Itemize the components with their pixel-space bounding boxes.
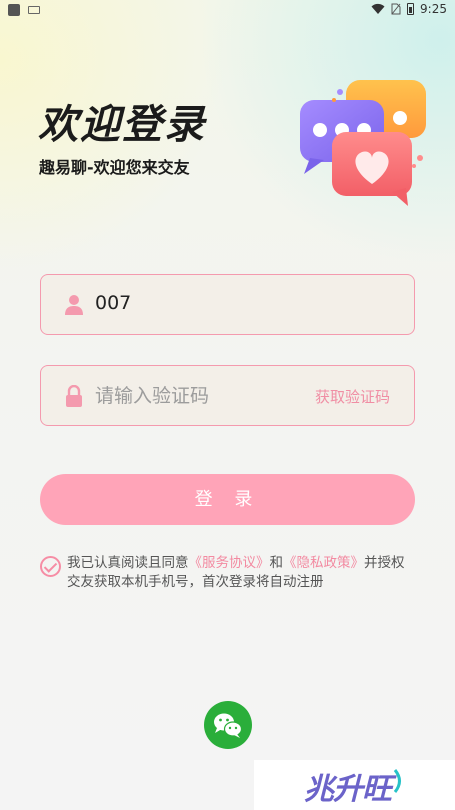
lock-icon [66,385,82,407]
keyboard-icon [28,6,40,14]
wechat-login-button[interactable] [204,701,252,749]
status-bar-right: 9:25 [371,2,447,16]
service-agreement-link[interactable]: 《服务协议》 [189,555,270,571]
agreement-text: 我已认真阅读且同意《服务协议》和《隐私政策》并授权交友获取本机手机号，首次登录将… [67,554,417,592]
verification-code-input[interactable] [95,380,305,412]
chat-bubbles-illustration [300,80,426,206]
page-title: 欢迎登录 [38,102,206,148]
wifi-icon [371,3,385,15]
login-button[interactable]: 登 录 [40,474,415,525]
phone-field[interactable]: 007 [40,274,415,335]
page-subtitle: 趣易聊-欢迎您来交友 [39,158,190,177]
agreement-checkbox[interactable] [40,556,61,577]
status-bar: 9:25 [0,0,455,20]
agreement-and: 和 [269,555,284,571]
user-icon [65,295,83,315]
privacy-policy-link[interactable]: 《隐私政策》 [283,555,364,571]
watermark-wave-icon [393,769,401,793]
status-time: 9:25 [420,2,447,16]
get-code-button[interactable]: 获取验证码 [315,386,390,407]
app-notification-icon [8,4,20,16]
battery-icon [407,3,415,15]
status-bar-left [8,4,40,16]
watermark: 兆升旺 [254,760,455,810]
agreement-prefix: 我已认真阅读且同意 [67,555,189,571]
wechat-icon [214,713,243,738]
verification-code-field[interactable]: 获取验证码 [40,365,415,426]
phone-value[interactable]: 007 [95,292,131,314]
watermark-text: 兆升旺 [304,772,392,807]
no-sim-icon [391,3,401,15]
